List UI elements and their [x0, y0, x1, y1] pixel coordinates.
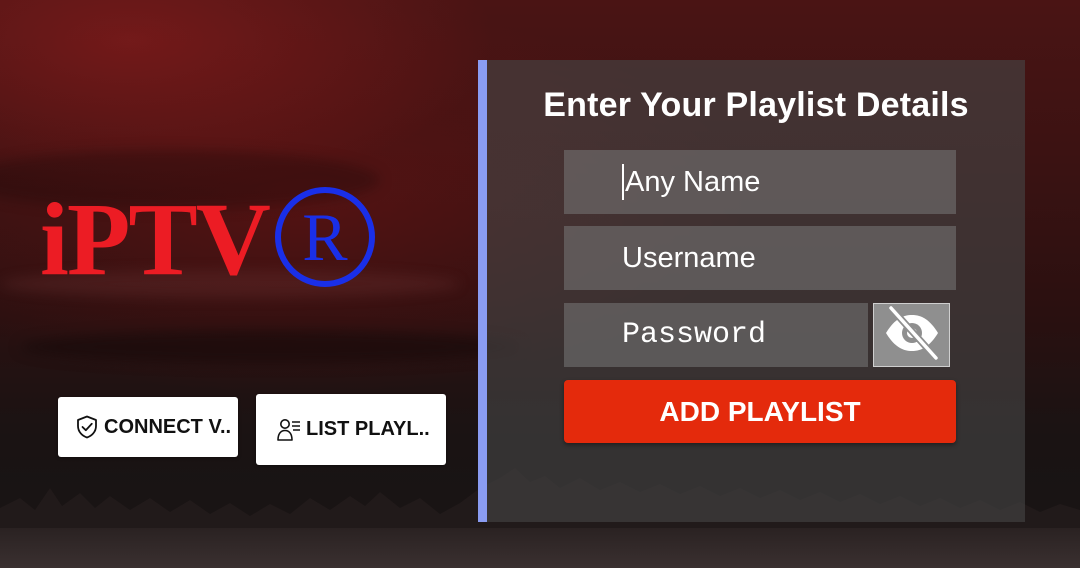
name-input[interactable]: Any Name — [564, 150, 956, 214]
background-cloud — [20, 330, 520, 364]
text-caret — [622, 164, 624, 200]
playlist-form-panel: Enter Your Playlist Details Any Name Use… — [478, 60, 1025, 522]
connect-vpn-label: CONNECT V.. — [104, 415, 232, 438]
toggle-password-visibility-button[interactable] — [873, 303, 950, 367]
connect-vpn-button[interactable]: CONNECT V.. — [58, 397, 238, 457]
eye-slash-icon — [882, 304, 942, 366]
add-playlist-button[interactable]: ADD PLAYLIST — [564, 380, 956, 443]
logo-text: iPTV — [40, 182, 271, 297]
username-placeholder: Username — [622, 241, 756, 274]
list-playlists-button[interactable]: LIST PLAYL.. — [256, 394, 446, 465]
list-playlists-label: LIST PLAYL.. — [306, 418, 430, 440]
background-ground — [0, 528, 1080, 568]
shield-check-icon — [74, 414, 100, 440]
username-input[interactable]: Username — [564, 226, 956, 290]
name-placeholder: Any Name — [625, 165, 761, 198]
app-logo: iPTV R — [40, 182, 375, 297]
registered-mark-letter: R — [302, 199, 348, 275]
user-list-icon — [276, 417, 302, 443]
password-placeholder: Password — [622, 318, 767, 352]
registered-mark: R — [274, 187, 375, 287]
password-input[interactable]: Password — [564, 303, 868, 367]
form-title: Enter Your Playlist Details — [543, 86, 969, 124]
